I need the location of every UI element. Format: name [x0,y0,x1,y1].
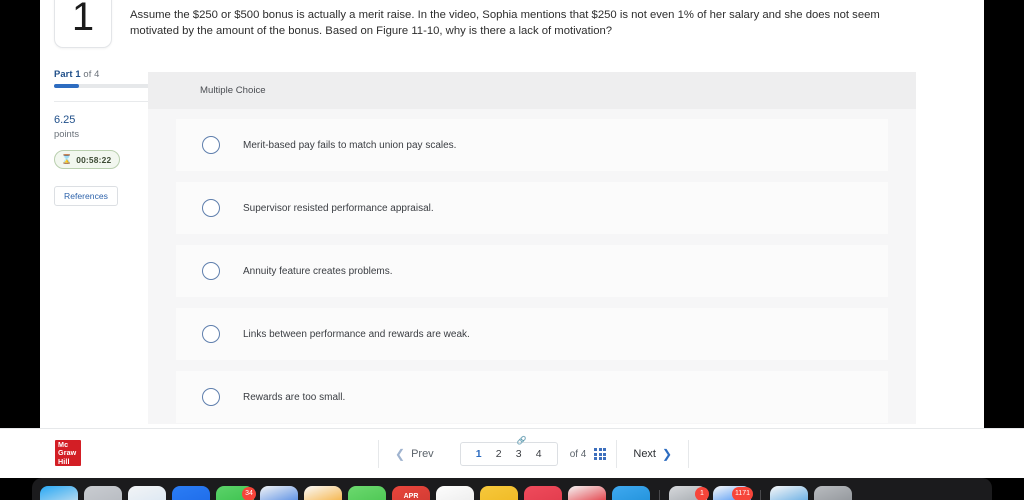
part-indicator: Part 1 of 4 [54,62,158,79]
page-number-1[interactable]: 1 [469,448,489,460]
question-type-label: Multiple Choice [200,85,266,96]
prev-button[interactable]: ❮ Prev [379,440,450,468]
assignment-page: 1 Assume the $250 or $500 bonus is actua… [40,0,984,478]
choice-option-5[interactable]: Rewards are too small. [176,371,888,423]
references-button[interactable]: References [54,186,118,206]
choice-label: Supervisor resisted performance appraisa… [243,202,434,214]
page-number-2[interactable]: 2 [489,448,509,460]
dock-item-twitter[interactable] [612,486,650,500]
radio-button[interactable] [202,262,220,280]
choice-option-1[interactable]: Merit-based pay fails to match union pay… [176,119,888,171]
dock-item-podcasts-list[interactable] [436,486,474,500]
question-number-box: 1 [54,0,112,48]
apr-app-icon[interactable]: APR [392,486,430,500]
part-prefix: Part [54,68,76,79]
next-button[interactable]: Next ❯ [617,440,688,468]
question-rail: Part 1 of 4 6.25 points ⌛ 00:58:22 Refer… [54,62,158,206]
countdown-timer: ⌛ 00:58:22 [54,150,121,169]
choice-option-4[interactable]: Links between performance and rewards ar… [176,308,888,360]
downloads-icon[interactable] [770,486,808,500]
drive-icon[interactable] [260,486,298,500]
dock-item-apr-app[interactable]: APR [392,486,430,500]
chevron-right-icon: ❯ [662,447,673,461]
dock-badge-facebook: 1171 [731,487,753,500]
dock-separator [659,490,660,500]
launchpad-icon[interactable] [84,486,122,500]
dock-item-mail[interactable] [172,486,210,500]
dock-item-netflix[interactable] [568,486,606,500]
netflix-icon[interactable] [568,486,606,500]
question-header: 1 Assume the $250 or $500 bonus is actua… [40,0,984,62]
question-number: 1 [71,0,95,39]
choice-label: Merit-based pay fails to match union pay… [243,139,457,151]
dock-item-drive[interactable] [260,486,298,500]
radio-button[interactable] [202,325,220,343]
page-total-label: of 4 [569,448,587,460]
right-black-gutter [984,0,1024,478]
dock-item-notes-green[interactable] [348,486,386,500]
dock-item-notes-yellow[interactable] [480,486,518,500]
dock-item-safari[interactable] [128,486,166,500]
mail-icon[interactable] [172,486,210,500]
rail-divider [54,101,158,102]
screen: 1 Assume the $250 or $500 bonus is actua… [0,0,1024,500]
dock-item-news[interactable] [524,486,562,500]
page-number-group: 🔗 1 2 3 4 [459,437,558,466]
dock-item-launchpad[interactable] [84,486,122,500]
left-black-gutter [0,0,40,478]
dock-item-trash[interactable] [814,486,852,500]
notes-yellow-icon[interactable] [480,486,518,500]
dock-item-downloads[interactable] [770,486,808,500]
choice-label: Rewards are too small. [243,391,346,403]
points-label: points [54,128,80,139]
page-number-3[interactable]: 3 [509,448,529,460]
choice-label: Annuity feature creates problems. [243,265,393,277]
choice-option-3[interactable]: Annuity feature creates problems. [176,245,888,297]
news-icon[interactable] [524,486,562,500]
dock-separator [760,490,761,500]
finder-icon[interactable] [40,486,78,500]
dock-item-settings[interactable]: 1 [669,486,709,500]
macos-dock[interactable]: 34 APR 1 1171 [32,478,992,500]
dock-badge-messages: 34 [242,487,256,500]
dock-item-facebook[interactable]: 1171 [713,486,753,500]
macos-dock-area: 34 APR 1 1171 [0,478,1024,500]
dock-item-messages[interactable]: 34 [216,486,256,500]
next-label: Next [633,448,656,460]
choice-option-2[interactable]: Supervisor resisted performance appraisa… [176,182,888,234]
notes-green-icon[interactable] [348,486,386,500]
part-suffix: of 4 [80,68,100,79]
logo-line-3: Hill [58,456,70,466]
mcgraw-hill-logo: Mc Graw Hill [55,440,81,466]
timer-value: 00:58:22 [76,154,112,165]
points-value: 6.25 [54,114,76,126]
dock-badge-settings: 1 [695,487,709,500]
podcasts-list-icon[interactable] [436,486,474,500]
question-text: Assume the $250 or $500 bonus is actuall… [130,9,880,37]
nav-divider-right [688,440,690,468]
radio-button[interactable] [202,136,220,154]
chain-link-icon: 🔗 [516,436,527,445]
part-progress-bar [54,84,154,88]
page-number-4[interactable]: 4 [529,448,549,460]
twitter-icon[interactable] [612,486,650,500]
choice-label: Links between performance and rewards ar… [243,328,470,340]
prev-label: Prev [411,448,434,460]
radio-button[interactable] [202,388,220,406]
hourglass-icon: ⌛ [61,154,73,164]
question-type-header: Multiple Choice [148,72,916,109]
radio-button[interactable] [202,199,220,217]
question-card: Multiple Choice Merit-based pay fails to… [148,72,916,424]
part-progress-fill [54,84,79,88]
safari-icon[interactable] [128,486,166,500]
choice-list: Merit-based pay fails to match union pay… [148,109,916,423]
grid-view-icon[interactable] [594,448,607,460]
photos-icon[interactable] [304,486,342,500]
trash-icon[interactable] [814,486,852,500]
dock-item-photos[interactable] [304,486,342,500]
dock-item-finder[interactable] [40,486,78,500]
chevron-left-icon: ❮ [395,447,406,461]
pagination-cluster: ❮ Prev 🔗 1 2 3 4 of 4 Next ❯ [378,437,690,468]
